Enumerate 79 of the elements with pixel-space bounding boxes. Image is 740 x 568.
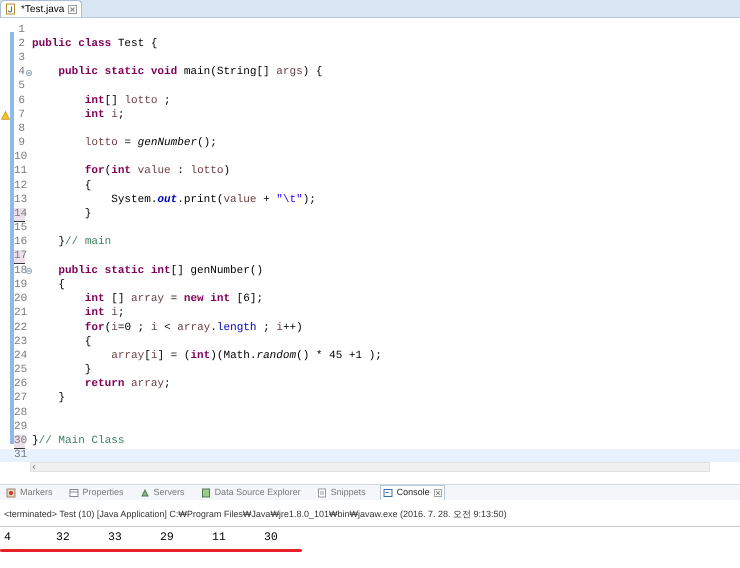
output-value: 29 <box>160 531 174 544</box>
line-number: 28 <box>14 406 25 420</box>
code-line: for(i=0 ; i < array.length ; i++) <box>84 322 303 335</box>
line-number: 17 <box>14 250 25 264</box>
code-line: int i; <box>84 108 124 122</box>
code-line: }// main <box>57 236 112 250</box>
code-line: public static int[] genNumber() <box>57 264 264 278</box>
code-line: return array; <box>84 378 171 392</box>
code-line: { <box>57 278 66 292</box>
line-number: 21 <box>14 307 25 320</box>
code-line: array[i] = (int)(Math.random() * 45 +1 ); <box>110 350 382 363</box>
line-number: 16 <box>14 236 25 250</box>
line-number: 26 <box>14 378 25 392</box>
line-number: 31 <box>14 449 25 462</box>
view-icon <box>382 488 393 498</box>
code-line: } <box>84 364 92 378</box>
view-icon <box>140 488 150 498</box>
code-line: int i; <box>84 307 124 320</box>
line-number: 29 <box>14 420 25 434</box>
view-icon <box>6 488 16 498</box>
view-icon <box>68 488 79 498</box>
panel-tab[interactable]: Properties <box>66 485 126 500</box>
line-number: 19 <box>14 278 25 292</box>
code-line: lotto = genNumber(); <box>84 137 217 150</box>
line-number: 10 <box>14 151 25 164</box>
line-number: 30 <box>14 434 25 449</box>
line-number: 4 <box>17 66 25 80</box>
output-value: 30 <box>264 531 278 544</box>
code-line: int [] array = new int [6]; <box>84 293 264 306</box>
code-line: public class Test { <box>32 38 158 51</box>
line-number: 1 <box>17 24 25 37</box>
line-number: 27 <box>14 392 25 406</box>
close-icon[interactable] <box>434 489 442 497</box>
line-number: 24 <box>14 350 25 363</box>
tab-title: *Test.java <box>21 2 64 16</box>
line-number: 25 <box>14 364 25 378</box>
line-number: 7 <box>17 108 25 122</box>
output-value: 11 <box>212 531 226 544</box>
line-number: 20 <box>14 293 25 306</box>
code-line: } <box>57 392 66 406</box>
code-line: System.out.print(value + "\t"); <box>110 194 316 207</box>
horizontal-scrollbar[interactable] <box>30 462 710 472</box>
line-number: 8 <box>17 122 25 136</box>
line-number: 11 <box>14 165 25 178</box>
panel-tab[interactable]: Markers <box>4 485 55 500</box>
line-number: 5 <box>17 80 25 94</box>
line-number: 15 <box>14 222 25 236</box>
line-number: 18 <box>14 264 25 278</box>
code-line: public static void main(String[] args) { <box>57 66 322 80</box>
line-number: 9 <box>17 137 25 150</box>
view-icon <box>200 488 211 498</box>
code-line: } <box>84 208 92 222</box>
java-file-icon <box>5 3 17 15</box>
code-line: for(int value : lotto) <box>84 165 230 178</box>
output-value: 33 <box>108 531 122 544</box>
panel-tab[interactable]: Snippets <box>314 485 368 500</box>
line-number: 13 <box>14 194 25 207</box>
line-number: 12 <box>14 180 25 193</box>
line-number: 3 <box>17 52 25 65</box>
editor-tab[interactable]: *Test.java <box>0 0 82 17</box>
line-number: 6 <box>17 94 25 108</box>
code-line: { <box>84 180 92 193</box>
console-header: <terminated> Test (10) [Java Application] C:₩Program Files₩Java₩jre1.8.0_101₩bin₩javaw.exe (2016. 7. 28. 오전 9:13:50) <box>4 509 507 519</box>
code-line: }// Main Class <box>32 435 124 448</box>
panel-tab[interactable]: Data Source Explorer <box>198 485 303 500</box>
line-number: 14 <box>14 208 25 222</box>
panel-tab[interactable]: Console <box>380 485 445 500</box>
panel-tab[interactable]: Servers <box>138 485 187 500</box>
line-number: 2 <box>17 38 25 51</box>
view-icon <box>316 488 327 498</box>
output-value: 4 <box>4 531 11 544</box>
code-line: { <box>84 336 92 349</box>
output-value: 32 <box>56 531 70 544</box>
collapse-icon[interactable] <box>26 268 32 274</box>
line-number: 23 <box>14 336 25 349</box>
code-line: int[] lotto ; <box>84 94 171 108</box>
collapse-icon[interactable] <box>26 70 32 76</box>
close-icon[interactable] <box>68 4 78 14</box>
line-number: 22 <box>14 322 25 335</box>
